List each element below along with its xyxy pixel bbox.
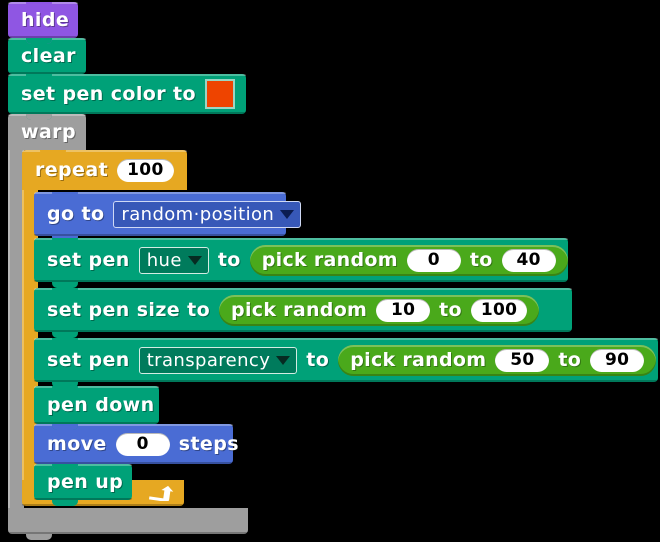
block-notch (52, 464, 78, 470)
block-knob (52, 500, 78, 506)
block-notch (52, 192, 78, 198)
block-pen-up[interactable]: pen up (34, 464, 132, 506)
chevron-down-icon (280, 209, 295, 219)
block-repeat-header[interactable]: repeat 100 (22, 150, 187, 190)
block-notch (52, 288, 78, 294)
block-hide[interactable]: hide (8, 2, 78, 44)
pick-random-middle-label: to (469, 249, 493, 271)
chevron-down-icon (276, 355, 291, 365)
pick-random-from-input[interactable]: 10 (376, 298, 431, 322)
block-warp-label: warp (21, 121, 76, 143)
block-notch (26, 74, 52, 80)
block-set-pen-hue-label-after: to (217, 249, 241, 271)
pick-random-from-input[interactable]: 50 (495, 348, 550, 372)
block-set-pen-color-label: set pen color to (21, 83, 196, 105)
block-notch (52, 238, 78, 244)
block-set-pen-transparency-label-after: to (306, 349, 330, 371)
pick-random-from-input[interactable]: 0 (406, 248, 461, 272)
color-swatch-icon[interactable] (204, 79, 235, 109)
block-clear[interactable]: clear (8, 38, 86, 80)
block-set-pen-size-label: set pen size to (47, 299, 211, 321)
chevron-down-icon (187, 255, 202, 265)
block-move-label-before: move (47, 433, 107, 455)
pick-random-label: pick random (261, 249, 398, 271)
block-notch (40, 150, 66, 156)
loop-arrow-icon (148, 485, 174, 501)
reporter-pick-random-size[interactable]: pick random 10 to 100 (219, 294, 540, 326)
repeat-times-input[interactable]: 100 (117, 158, 174, 182)
block-pen-down-label: pen down (47, 394, 155, 416)
block-set-pen-transparency[interactable]: set pen transparency to pick random 50 t… (34, 338, 658, 388)
block-notch (52, 424, 78, 430)
go-to-target-value: random·position (121, 203, 275, 225)
block-clear-label: clear (21, 45, 76, 67)
block-notch (26, 114, 52, 120)
pick-random-label: pick random (350, 349, 487, 371)
block-go-to-label: go to (47, 203, 105, 225)
pick-random-to-input[interactable]: 90 (590, 348, 645, 372)
block-notch (26, 38, 52, 44)
block-set-pen-hue[interactable]: set pen hue to pick random 0 to 40 (34, 238, 568, 288)
pick-random-middle-label: to (439, 299, 462, 321)
move-steps-input[interactable]: 0 (115, 432, 170, 456)
pen-attribute-dropdown-transparency[interactable]: transparency (138, 346, 298, 374)
block-set-pen-color[interactable]: set pen color to (8, 74, 246, 120)
pen-attribute-value-transparency: transparency (146, 349, 271, 371)
block-notch (52, 386, 78, 392)
pick-random-middle-label: to (558, 349, 582, 371)
block-pen-down[interactable]: pen down (34, 386, 159, 430)
block-move[interactable]: move 0 steps (34, 424, 239, 470)
pick-random-label: pick random (231, 299, 368, 321)
pick-random-to-input[interactable]: 40 (501, 248, 556, 272)
block-set-pen-hue-label-before: set pen (47, 249, 130, 271)
block-move-label-after: steps (178, 433, 239, 455)
block-warp-header[interactable]: warp (8, 114, 86, 150)
script-canvas: hide clear set pen color to warp repeat … (0, 0, 660, 542)
pen-attribute-dropdown-hue[interactable]: hue (138, 246, 209, 274)
pick-random-to-input[interactable]: 100 (470, 298, 528, 322)
block-notch (26, 2, 52, 8)
block-set-pen-size[interactable]: set pen size to pick random 10 to 100 (34, 288, 572, 338)
block-hide-label: hide (21, 9, 70, 31)
block-knob (26, 534, 52, 540)
go-to-target-dropdown[interactable]: random·position (113, 200, 302, 228)
reporter-pick-random-transparency[interactable]: pick random 50 to 90 (338, 344, 657, 376)
pen-attribute-value-hue: hue (146, 249, 182, 271)
block-notch (52, 338, 78, 344)
reporter-pick-random-hue[interactable]: pick random 0 to 40 (249, 244, 568, 276)
block-pen-up-label: pen up (47, 471, 124, 493)
block-repeat-label: repeat (35, 159, 109, 181)
block-set-pen-transparency-label-before: set pen (47, 349, 130, 371)
block-go-to[interactable]: go to random·position (34, 192, 302, 242)
